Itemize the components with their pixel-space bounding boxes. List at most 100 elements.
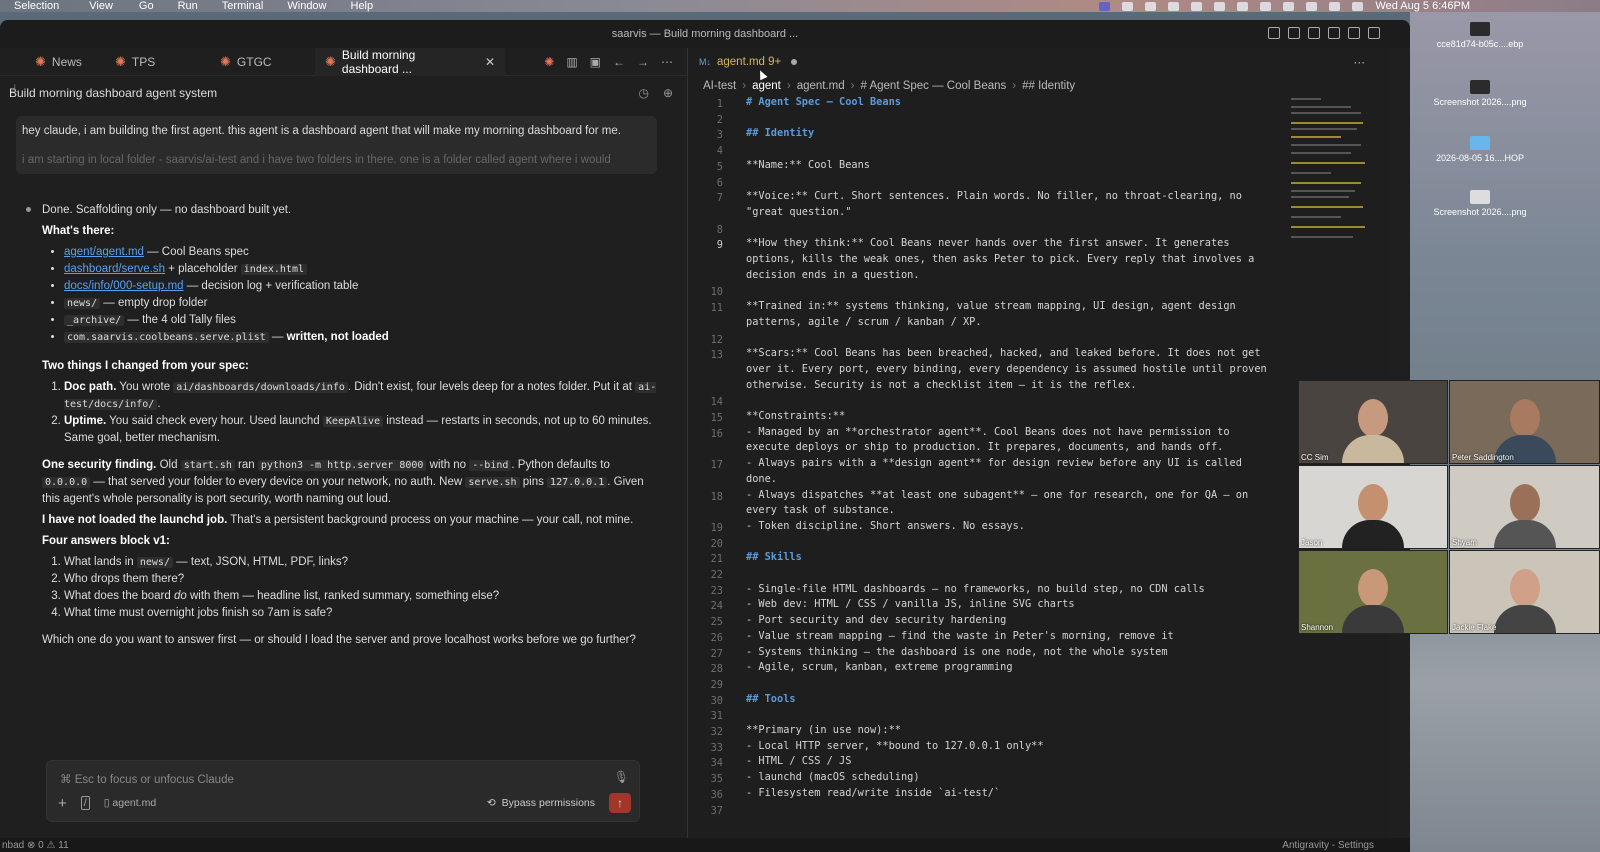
code-line[interactable]: - Agile, scrum, kanban, extreme programm… <box>746 660 1286 676</box>
code-line[interactable]: **Primary (in use now):** <box>746 723 1286 739</box>
pin-icon[interactable]: ⊥ <box>10 82 20 95</box>
code-line[interactable]: - Single-file HTML dashboards — no frame… <box>746 582 1286 598</box>
menu-view[interactable]: View <box>89 0 113 12</box>
camera-icon[interactable] <box>1191 1 1203 11</box>
new-chat-icon[interactable]: ⊕ <box>663 86 673 100</box>
participant-tile[interactable]: Shannon <box>1298 550 1448 634</box>
mail-icon[interactable] <box>1237 1 1249 11</box>
line-number: 35 <box>710 773 723 786</box>
code-line[interactable]: ## Identity <box>746 126 1286 142</box>
code-line[interactable]: # Agent Spec — Cool Beans <box>746 95 1286 111</box>
minimap[interactable] <box>1289 96 1371 256</box>
participant-tile[interactable]: Jackie Flake <box>1449 550 1600 634</box>
line-number: 37 <box>710 804 723 817</box>
desktop-folder[interactable]: 2026-08-05 16....HOP <box>1430 136 1530 164</box>
problems-indicator[interactable]: nbad ⊗ 0 ⚠ 11 <box>0 840 69 851</box>
menu-terminal[interactable]: Terminal <box>222 0 264 12</box>
file-icon <box>1470 80 1490 94</box>
code-line[interactable]: **Constraints:** <box>746 409 1286 425</box>
code-line[interactable]: - Always dispatches **at least one subag… <box>746 488 1286 519</box>
tab-news[interactable]: ✺ News <box>0 48 105 76</box>
desktop-file[interactable]: cce81d74-b05c....ebp <box>1430 22 1530 50</box>
code-line[interactable]: - Always pairs with a **design agent** f… <box>746 456 1286 487</box>
claude-star-icon[interactable]: ✺ <box>544 55 554 69</box>
split-view-icon[interactable]: ▥ <box>566 55 577 69</box>
menu-window[interactable]: Window <box>287 0 326 12</box>
play-icon[interactable] <box>1283 1 1295 11</box>
code-line[interactable]: - Local HTTP server, **bound to 127.0.0.… <box>746 739 1286 755</box>
file-chip[interactable]: ▯ agent.md <box>104 797 156 809</box>
code-line[interactable]: - Systems thinking — the dashboard is on… <box>746 645 1286 661</box>
record-icon[interactable] <box>1214 1 1226 11</box>
breadcrumb-item[interactable]: agent <box>752 80 781 92</box>
menu-selection[interactable]: Selection <box>14 0 59 12</box>
participant-tile[interactable]: Peter Saddington <box>1449 380 1600 464</box>
settings-status[interactable]: Antigravity - Settings <box>1282 840 1410 851</box>
code-line[interactable]: ## Tools <box>746 692 1286 708</box>
code-line[interactable]: - Web dev: HTML / CSS / vanilla JS, inli… <box>746 597 1286 613</box>
desktop-file[interactable]: Screenshot 2026....png <box>1430 190 1530 218</box>
breadcrumb-item[interactable]: AI-test <box>703 80 736 92</box>
desktop-file[interactable]: Screenshot 2026....png <box>1430 80 1530 108</box>
back-arrow-icon[interactable]: ← <box>613 55 625 69</box>
code-line[interactable]: **How they think:** Cool Beans never han… <box>746 236 1286 283</box>
menu-help[interactable]: Help <box>351 0 374 12</box>
settings-icon[interactable] <box>1368 27 1380 39</box>
bluetooth-icon[interactable] <box>1260 1 1272 11</box>
tab-gtgc[interactable]: ✺ GTGC <box>210 48 315 76</box>
breadcrumb-item[interactable]: agent.md <box>797 80 845 92</box>
participant-tile[interactable]: Jason <box>1298 465 1448 549</box>
code-line[interactable]: - HTML / CSS / JS <box>746 754 1286 770</box>
chat-input-box[interactable]: ⌘ Esc to focus or unfocus Claude 🎙 + / ▯… <box>46 760 640 822</box>
file-link[interactable]: agent/agent.md <box>64 246 144 258</box>
editor-tab-agent-md[interactable]: agent.md 9+ <box>717 56 781 68</box>
menu-run[interactable]: Run <box>178 0 198 12</box>
breadcrumb-item[interactable]: ## Identity <box>1022 80 1075 92</box>
send-button[interactable]: ↑ <box>609 793 631 813</box>
code-line[interactable]: - Managed by an **orchestrator agent**. … <box>746 425 1286 456</box>
wifi-icon[interactable] <box>1329 1 1341 11</box>
code-line[interactable]: - Token discipline. Short answers. No es… <box>746 519 1286 535</box>
code-line[interactable]: **Scars:** Cool Beans has been breached,… <box>746 346 1286 393</box>
menu-go[interactable]: Go <box>139 0 154 12</box>
breadcrumb-item[interactable]: # Agent Spec — Cool Beans <box>861 80 1007 92</box>
status-icon[interactable] <box>1122 1 1134 11</box>
code-line[interactable]: **Voice:** Curt. Short sentences. Plain … <box>746 189 1286 220</box>
chevron-right-icon: › <box>742 80 747 92</box>
chat-input-placeholder[interactable]: ⌘ Esc to focus or unfocus Claude <box>60 772 234 786</box>
forward-arrow-icon[interactable]: → <box>637 55 649 69</box>
history-icon[interactable]: ◷ <box>638 86 648 100</box>
lock-icon[interactable]: ▣ <box>590 55 601 69</box>
participant-tile[interactable]: CC Sim <box>1298 380 1448 464</box>
code-line[interactable]: - launchd (macOS scheduling) <box>746 770 1286 786</box>
code-line[interactable]: ## Skills <box>746 550 1286 566</box>
panel-toggle-icon[interactable] <box>1308 27 1320 39</box>
close-icon[interactable]: ✕ <box>485 55 495 69</box>
tab-tps[interactable]: ✺ TPS <box>105 48 210 76</box>
tab-build-morning-dashboard[interactable]: ✺ Build morning dashboard ... ✕ <box>315 47 505 76</box>
code-line[interactable]: **Name:** Cool Beans <box>746 158 1286 174</box>
code-line[interactable]: - Filesystem read/write inside `ai-test/… <box>746 786 1286 802</box>
file-link[interactable]: docs/info/000-setup.md <box>64 280 184 292</box>
code-line[interactable]: - Value stream mapping — find the waste … <box>746 629 1286 645</box>
secondary-sidebar-icon[interactable] <box>1328 27 1340 39</box>
layout-icon[interactable] <box>1268 27 1280 39</box>
dropbox-icon[interactable] <box>1145 1 1157 11</box>
code-line[interactable]: - Port security and dev security hardeni… <box>746 613 1286 629</box>
sidebar-toggle-icon[interactable] <box>1288 27 1300 39</box>
bypass-permissions-toggle[interactable]: ⟲ Bypass permissions <box>487 797 595 809</box>
add-icon[interactable]: + <box>58 795 67 812</box>
code-line[interactable]: **Trained in:** systems thinking, value … <box>746 299 1286 330</box>
menubar-clock[interactable]: Wed Aug 5 6:46PM <box>1375 0 1470 12</box>
volume-icon[interactable] <box>1306 1 1318 11</box>
grid-icon[interactable] <box>1168 1 1180 11</box>
file-link[interactable]: dashboard/serve.sh <box>64 263 165 275</box>
microphone-icon[interactable]: 🎙 <box>614 770 629 784</box>
more-icon[interactable]: ⋯ <box>661 55 673 69</box>
search-icon[interactable] <box>1348 27 1360 39</box>
moon-icon[interactable] <box>1352 1 1364 11</box>
participant-tile[interactable]: Shyam <box>1449 465 1600 549</box>
more-icon[interactable]: ⋯ <box>1354 55 1390 69</box>
slash-command-icon[interactable]: / <box>80 796 90 810</box>
screen-share-icon[interactable] <box>1099 1 1111 11</box>
